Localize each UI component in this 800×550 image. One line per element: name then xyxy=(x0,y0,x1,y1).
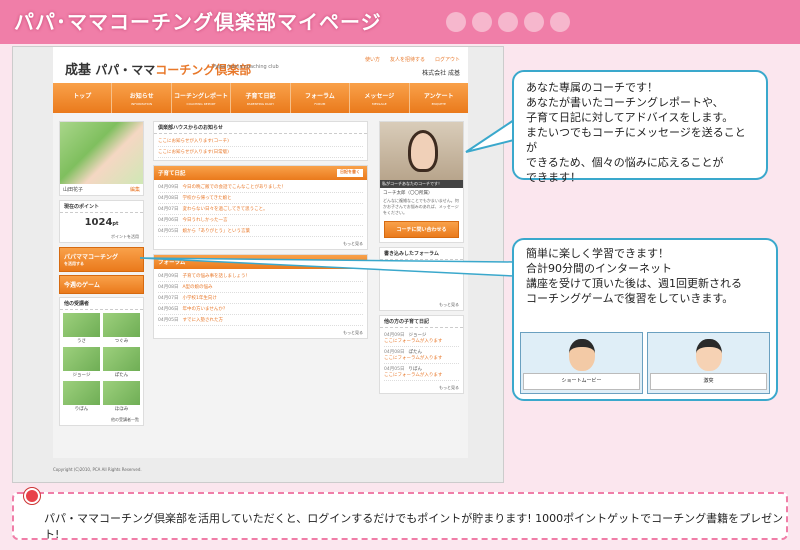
diary-item[interactable]: 04月05日 娘から「ありがとう」という言葉 xyxy=(158,226,363,237)
news-title: 倶楽部ハウスからのお知らせ xyxy=(154,122,367,134)
friends-box: 他の受講者 うさ つぐみ ジョージ ぽたん りぼん ほほみ 他の受講者一覧 xyxy=(59,297,144,426)
coaching-button[interactable]: パパママコーチング を活用する xyxy=(59,247,144,272)
decorative-dots xyxy=(446,12,570,32)
others-diary-more-link[interactable]: もっと見る xyxy=(380,383,463,393)
coach-description: どんなに複雑なことでもかまいません。何かお子さんでお悩みのあれば、メッセージをく… xyxy=(383,198,459,215)
friend-item[interactable]: ジョージ xyxy=(63,347,100,378)
pin-icon xyxy=(24,488,40,504)
others-diary-title: 他の方の子育て日記 xyxy=(380,316,463,328)
points-link[interactable]: ポイントを活用 xyxy=(60,232,143,242)
edit-profile-link[interactable]: 編集 xyxy=(130,186,140,193)
write-diary-button[interactable]: 日記を書く xyxy=(337,169,363,177)
profile-box: 山田花子 編集 xyxy=(59,121,144,196)
forum-more-link[interactable]: もっと見る xyxy=(154,328,367,338)
others-diary-item[interactable]: 04月08日 ぽたん ここにフォーラムが入ります xyxy=(384,347,459,364)
coach-name: コーチ太郎（〇〇所属） xyxy=(383,191,433,196)
user-name: 山田花子 xyxy=(63,187,84,193)
friend-item[interactable]: つぐみ xyxy=(103,313,140,344)
tab-news[interactable]: お知らせ INFORMATION xyxy=(112,83,172,113)
weekly-game-button[interactable]: 今週のゲーム xyxy=(59,275,144,294)
video-screenshot: ショートムービー xyxy=(520,332,643,394)
news-item[interactable]: ここにお知らせが入ります(コーチ) xyxy=(158,136,363,147)
forum-item[interactable]: 04月09日 子育ての悩み事を話しましょう！ xyxy=(158,271,363,282)
forum-item[interactable]: 04月05日 すでに入塾された方 xyxy=(158,315,363,326)
logout-link[interactable]: ログアウト xyxy=(435,56,460,63)
friend-item[interactable]: りぼん xyxy=(63,381,100,412)
right-column: 私がコーチあなたのコーチです！ コーチ太郎（〇〇所属） どんなに複雑なことでもか… xyxy=(379,121,464,398)
points-box: 現在のポイント 1024pt ポイントを活用 xyxy=(59,200,144,243)
friend-item[interactable]: ほほみ xyxy=(103,381,140,412)
center-column: 倶楽部ハウスからのお知らせ ここにお知らせが入ります(コーチ) ここにお知らせが… xyxy=(153,121,368,343)
site-header: 成基 パパ・ママコーチング倶楽部 Papa mama coaching club… xyxy=(53,47,468,83)
forum-box: フォーラム 04月09日 子育ての悩み事を話しましょう！ 04月08日 A型の娘の悩… xyxy=(153,254,368,339)
forum-item[interactable]: 04月06日 年中の方いませんか？ xyxy=(158,304,363,315)
friends-title: 他の受講者 xyxy=(60,298,143,310)
header-links: 使い方 友人を招待する ログアウト xyxy=(365,56,460,63)
written-forum-title: 書き込みしたフォーラム xyxy=(380,248,463,260)
banner: パパ･ママコーチング倶楽部マイページ xyxy=(0,0,800,44)
game-screenshot: 激突 xyxy=(647,332,770,394)
help-link[interactable]: 使い方 xyxy=(365,56,380,63)
diary-item[interactable]: 04月07日 変わらない日々を過ごしてきて思うこと。 xyxy=(158,204,363,215)
coach-caption: 私がコーチあなたのコーチです！ xyxy=(380,180,463,188)
friends-more-link[interactable]: 他の受講者一覧 xyxy=(60,415,143,425)
contact-coach-button[interactable]: コーチに問い合わせる xyxy=(384,221,459,238)
banner-title: パパ･ママコーチング倶楽部マイページ xyxy=(14,10,382,34)
bottom-notice: パパ・ママコーチング倶楽部を活用していただくと、ログインするだけでもポイントが貯… xyxy=(12,488,788,541)
written-forum-more-link[interactable]: もっと見る xyxy=(380,300,463,310)
learning-callout: 簡単に楽しく学習できます！ 合計90分間のインターネット 講座を受けて頂いた後は… xyxy=(512,238,778,401)
friend-item[interactable]: うさ xyxy=(63,313,100,344)
forum-item[interactable]: 04月08日 A型の娘の悩み xyxy=(158,282,363,293)
tab-diary[interactable]: 子育て日記 PARENTING DIARY xyxy=(231,83,291,113)
written-forum-box: 書き込みしたフォーラム もっと見る xyxy=(379,247,464,311)
diary-item[interactable]: 04月08日 学校から帰ってきた娘と xyxy=(158,193,363,204)
diary-more-link[interactable]: もっと見る xyxy=(154,239,367,249)
left-column: 山田花子 編集 現在のポイント 1024pt ポイントを活用 パパママコーチング… xyxy=(59,121,144,430)
coach-callout: あなた専属のコーチです！ あなたが書いたコーチングレポートや、 子育て日記に対し… xyxy=(512,70,768,184)
invite-link[interactable]: 友人を招待する xyxy=(390,56,425,63)
points-value: 1024pt xyxy=(84,217,119,228)
others-diary-item[interactable]: 04月05日 りぼん ここにフォーラムが入ります xyxy=(384,364,459,381)
company-name: 株式会社 成基 xyxy=(422,70,460,77)
main-nav: トップ お知らせ INFORMATION コーチングレポート COACHING RE… xyxy=(53,83,468,113)
lesson-screenshots: ショートムービー 激突 xyxy=(520,332,770,394)
tab-coaching-report[interactable]: コーチングレポート COACHING REPORT xyxy=(172,83,232,113)
others-diary-item[interactable]: 04月09日 ジョージ ここにフォーラムが入ります xyxy=(384,330,459,347)
news-box: 倶楽部ハウスからのお知らせ ここにお知らせが入ります(コーチ) ここにお知らせが… xyxy=(153,121,368,161)
logo-subtitle: Papa mama coaching club xyxy=(213,64,279,70)
tab-survey[interactable]: アンケート ENQUETE xyxy=(410,83,468,113)
points-title: 現在のポイント xyxy=(60,201,143,213)
copyright: Copyright (C)2010, PCA All Rights Reserv… xyxy=(53,467,142,472)
forum-item[interactable]: 04月07日 小学校1年生向け xyxy=(158,293,363,304)
diary-header: 子育て日記 日記を書く xyxy=(154,166,367,180)
friend-item[interactable]: ぽたん xyxy=(103,347,140,378)
coach-photo xyxy=(380,122,463,180)
tab-forum[interactable]: フォーラム FORUM xyxy=(291,83,351,113)
avatar xyxy=(60,122,143,184)
tab-message[interactable]: メッセージ MESSAGE xyxy=(350,83,410,113)
page-body: 山田花子 編集 現在のポイント 1024pt ポイントを活用 パパママコーチング… xyxy=(53,113,468,458)
others-diary-box: 他の方の子育て日記 04月09日 ジョージ ここにフォーラムが入ります 04月08日… xyxy=(379,315,464,394)
site-screenshot: 成基 パパ・ママコーチング倶楽部 Papa mama coaching club… xyxy=(12,46,504,483)
bottom-notice-text: パパ・ママコーチング倶楽部を活用していただくと、ログインするだけでもポイントが貯… xyxy=(44,512,784,541)
forum-header: フォーラム xyxy=(154,255,367,269)
news-item[interactable]: ここにお知らせが入ります(日常版) xyxy=(158,147,363,158)
diary-item[interactable]: 04月06日 今日うれしかった一言 xyxy=(158,215,363,226)
diary-box: 子育て日記 日記を書く 04月09日 今日の晩ご飯での会話でこんなことがありました！… xyxy=(153,165,368,250)
coach-box: 私がコーチあなたのコーチです！ コーチ太郎（〇〇所属） どんなに複雑なことでもか… xyxy=(379,121,464,243)
diary-item[interactable]: 04月09日 今日の晩ご飯での会話でこんなことがありました！ xyxy=(158,182,363,193)
tab-top[interactable]: トップ xyxy=(53,83,113,113)
